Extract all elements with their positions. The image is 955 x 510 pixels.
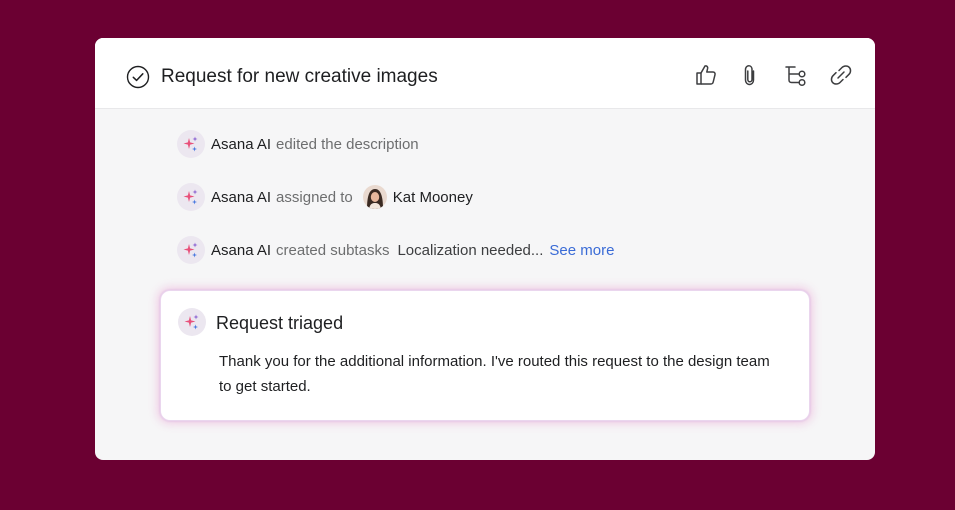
triage-title: Request triaged: [216, 313, 344, 333]
task-header: Request for new creative images: [95, 38, 875, 109]
assignee-name[interactable]: Kat Mooney: [393, 189, 473, 206]
sparkle-icon: [184, 314, 199, 330]
asana-ai-avatar: [177, 130, 205, 158]
activity-item: Asana AI created subtasks Localization n…: [177, 236, 614, 264]
activity-item: Asana AI edited the description: [177, 130, 427, 158]
activity-verb: assigned to: [276, 188, 353, 206]
sparkle-icon: [183, 189, 198, 205]
user-avatar[interactable]: [362, 185, 387, 209]
asana-ai-avatar: [177, 236, 205, 264]
activity-verb: edited the description: [276, 135, 419, 153]
asana-ai-avatar: [177, 183, 205, 211]
sparkle-icon: [183, 242, 198, 258]
task-card: Request for new creative images Asana AI…: [95, 38, 875, 460]
ai-triage-card: Request triaged Thank you for the additi…: [160, 290, 810, 421]
activity-actor[interactable]: Asana AI: [211, 242, 271, 259]
triage-message: Thank you for the additional information…: [219, 353, 770, 395]
subtask-name[interactable]: Localization needed...: [397, 242, 543, 259]
complete-checkmark-icon[interactable]: [126, 65, 150, 89]
see-more-link[interactable]: See more: [549, 242, 614, 259]
asana-ai-avatar: [178, 308, 206, 336]
activity-verb: created subtasks: [276, 241, 390, 259]
activity-actor[interactable]: Asana AI: [211, 189, 271, 206]
thumbs-up-icon[interactable]: [693, 62, 719, 88]
paperclip-icon[interactable]: [737, 62, 763, 88]
link-icon[interactable]: [828, 62, 854, 88]
task-title[interactable]: Request for new creative images: [161, 65, 438, 89]
activity-item: Asana AI assigned to Kat Mooney: [177, 183, 473, 211]
activity-actor[interactable]: Asana AI: [211, 136, 271, 153]
subtask-icon[interactable]: [783, 62, 809, 88]
sparkle-icon: [183, 136, 198, 152]
